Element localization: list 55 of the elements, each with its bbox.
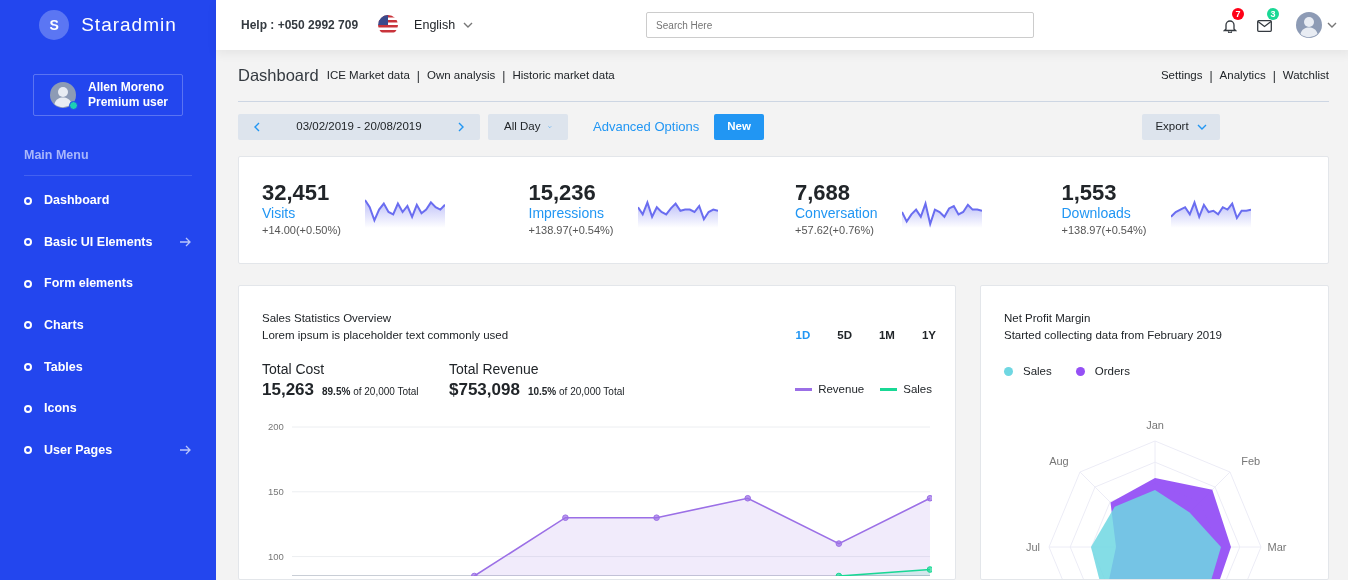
- card-subtitle: Started collecting data from February 2019: [1004, 328, 1223, 344]
- legend-label: Sales: [903, 381, 932, 397]
- axis-label: Aug: [1049, 454, 1069, 467]
- menu-label: Tables: [44, 358, 84, 376]
- axis-label: 100: [268, 550, 284, 562]
- stat-label: Impressions: [528, 205, 605, 223]
- stat-label: Conversation: [795, 205, 878, 223]
- legend-label: Orders: [1094, 363, 1130, 379]
- menu-label: Charts: [44, 316, 85, 334]
- separator: |: [502, 67, 506, 85]
- page-title: Dashboard: [238, 65, 319, 87]
- stat-change: +138.97(+0.54%): [528, 223, 614, 239]
- legend-label: Revenue: [818, 381, 865, 397]
- logo-icon: S: [39, 10, 70, 40]
- notification-count: 7: [1232, 8, 1244, 21]
- stat-change: +57.62(+0.76%): [795, 223, 875, 239]
- date-range-text: 03/02/2019 - 20/08/2019: [296, 119, 422, 135]
- total-share: 10.5% of 20,000 Total: [527, 384, 625, 399]
- card-title: Sales Statistics Overview: [262, 311, 393, 326]
- stat-label: Downloads: [1061, 205, 1132, 223]
- axis-label: Mar: [1267, 540, 1287, 553]
- axis-label: Jul: [1025, 540, 1041, 553]
- help-phone: Help : +050 2992 709: [241, 17, 359, 34]
- legend-label: Sales: [1023, 363, 1052, 379]
- menu-label: Icons: [44, 400, 78, 418]
- axis-label: Jan: [1146, 418, 1164, 431]
- axis-label: 150: [268, 485, 284, 497]
- total-label: Total Revenue: [449, 360, 540, 377]
- user-name: Allen Moreno: [88, 80, 165, 95]
- axis-label: Feb: [1241, 454, 1261, 467]
- total-value: $753,098: [449, 378, 520, 401]
- card-title: Net Profit Margin: [1004, 311, 1092, 326]
- menu-label: Dashboard: [44, 192, 111, 210]
- menu-label: Form elements: [44, 275, 134, 293]
- stat-change: +14.00(+0.50%): [262, 223, 341, 239]
- stat-label: Visits: [262, 205, 297, 223]
- separator: |: [1209, 67, 1213, 85]
- brand-name: Staradmin: [81, 12, 177, 37]
- axis-label: 200: [268, 421, 284, 432]
- stat-change: +138.97(+0.54%): [1061, 223, 1147, 239]
- card-subtitle: Lorem ipsum is placeholder text commonly used: [262, 328, 509, 344]
- message-count: 3: [1267, 8, 1279, 21]
- user-role: Premium user: [88, 95, 169, 110]
- total-share: 89.5% of 20,000 Total: [322, 384, 419, 399]
- stat-value: 7,688: [795, 181, 852, 206]
- total-value: 15,263: [262, 378, 314, 401]
- separator: |: [416, 67, 420, 85]
- menu-heading: Main Menu: [24, 146, 192, 176]
- total-label: Total Cost: [262, 360, 326, 377]
- stat-value: 32,451: [262, 181, 331, 206]
- separator: |: [1272, 67, 1276, 85]
- menu-label: User Pages: [44, 441, 114, 459]
- stat-value: 1,553: [1061, 181, 1118, 206]
- menu-label: Basic UI Elements: [44, 233, 154, 251]
- stat-value: 15,236: [528, 181, 597, 206]
